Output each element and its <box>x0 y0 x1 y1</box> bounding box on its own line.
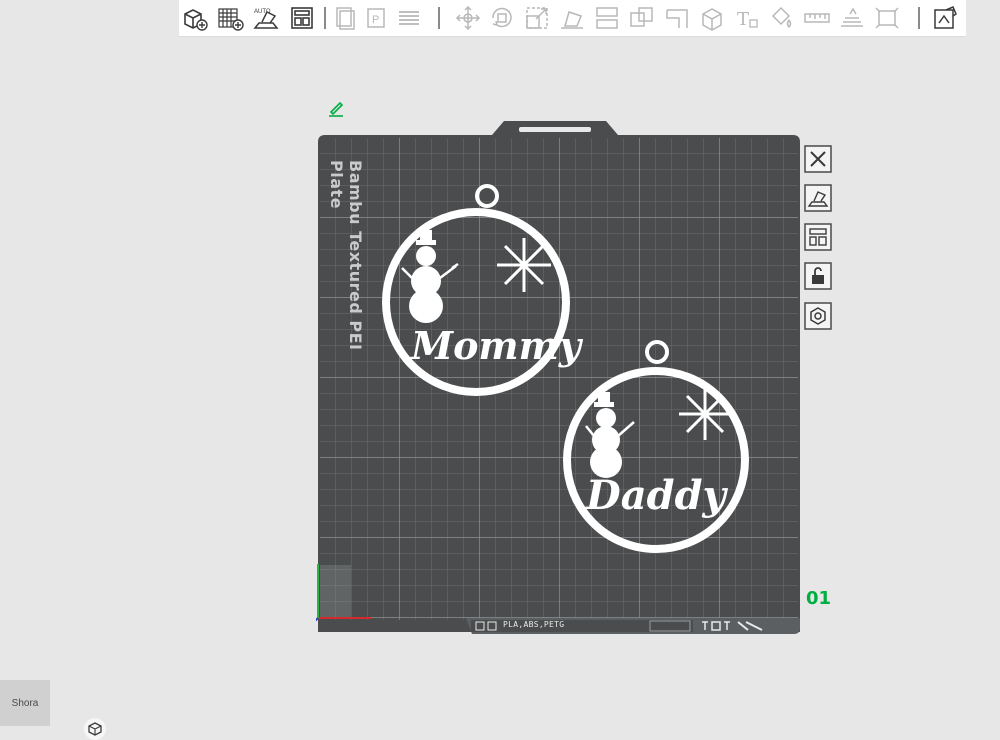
layers-icon[interactable] <box>394 4 424 32</box>
top-toolbar: AUTO P T <box>179 0 966 37</box>
move-icon[interactable] <box>453 4 483 32</box>
measure-icon[interactable] <box>802 4 832 32</box>
toolbar-separator <box>918 7 920 29</box>
toolbar-separator <box>324 7 326 29</box>
lay-on-face-icon[interactable] <box>557 4 587 32</box>
split-objects-icon[interactable] <box>329 4 359 32</box>
variable-layer-icon[interactable] <box>872 4 902 32</box>
close-plate-icon[interactable] <box>804 145 832 173</box>
add-plate-icon[interactable] <box>215 4 245 32</box>
auto-orient-icon[interactable]: AUTO <box>251 4 281 32</box>
svg-text:T: T <box>737 9 749 30</box>
boolean-icon[interactable] <box>627 4 657 32</box>
scale-icon[interactable] <box>522 4 552 32</box>
cut-icon[interactable] <box>592 4 622 32</box>
view-3d-icon[interactable] <box>930 4 960 32</box>
assembly-icon[interactable] <box>837 4 867 32</box>
split-parts-icon[interactable]: P <box>362 4 392 32</box>
plate-index-label[interactable]: 01 <box>806 588 831 609</box>
ornament-mommy-text: Mommy <box>411 323 581 368</box>
text-icon[interactable]: T <box>732 4 762 32</box>
plate-filament-status: PLA,ABS,PETG <box>503 620 565 629</box>
lock-icon[interactable] <box>804 262 832 290</box>
add-object-icon[interactable] <box>179 4 209 32</box>
arrange-plate-icon[interactable] <box>804 223 832 251</box>
support-paint-icon[interactable] <box>662 4 692 32</box>
edit-plate-name-icon[interactable] <box>326 98 346 118</box>
rotate-icon[interactable] <box>487 4 517 32</box>
ornament-daddy[interactable] <box>560 338 756 556</box>
ornament-daddy-text: Daddy <box>586 472 726 519</box>
svg-text:P: P <box>372 14 379 26</box>
auto-orient-plate-icon[interactable] <box>804 184 832 212</box>
arrange-icon[interactable] <box>287 4 317 32</box>
plate-settings-icon[interactable] <box>804 302 832 330</box>
color-paint-icon[interactable] <box>767 4 797 32</box>
object-thumbnail-tile[interactable]: Shora <box>0 680 50 726</box>
ornament-mommy[interactable] <box>380 180 576 406</box>
toolbar-separator <box>438 7 440 29</box>
seam-paint-icon[interactable] <box>697 4 727 32</box>
object-thumbnail-label: Shora <box>11 697 39 709</box>
